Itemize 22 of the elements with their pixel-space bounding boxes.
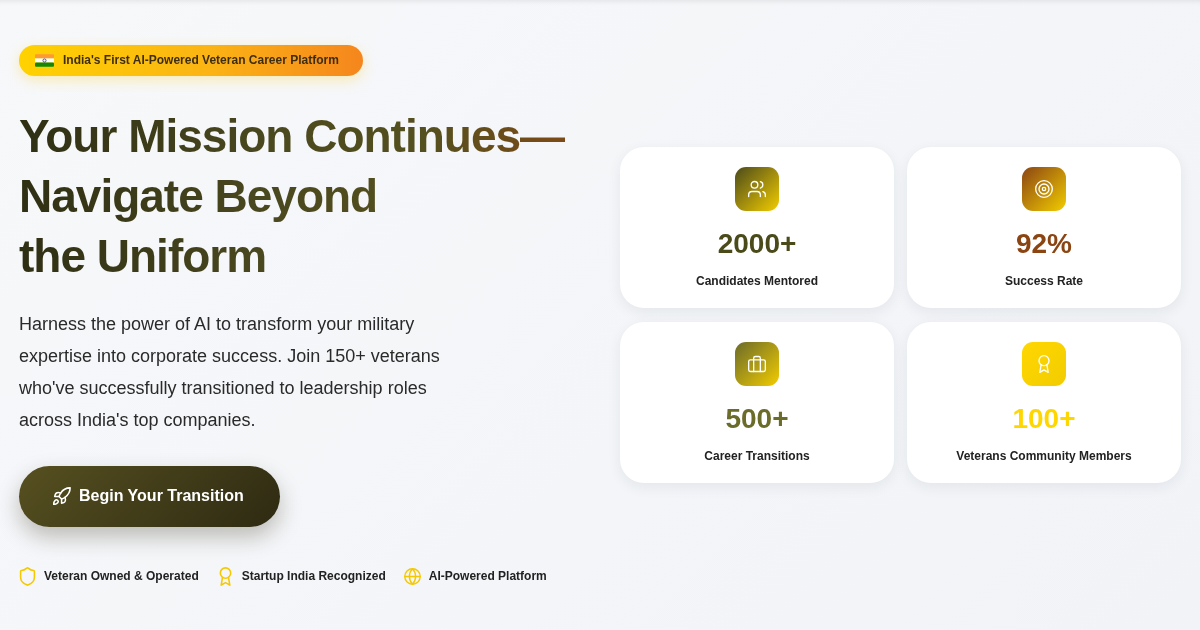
stat-value: 100+	[1012, 402, 1076, 436]
trust-label: Startup India Recognized	[241, 569, 386, 583]
globe-icon	[403, 566, 421, 586]
trust-label: AI-Powered Platform	[428, 569, 547, 583]
stat-label: Success Rate	[1004, 274, 1083, 288]
trust-label: Veteran Owned & Operated	[44, 569, 199, 583]
target-icon	[1022, 167, 1066, 211]
stat-label: Career Transitions	[704, 449, 810, 463]
stat-label: Candidates Mentored	[696, 274, 818, 288]
briefcase-icon	[735, 342, 779, 386]
description-text: Harness the power of AI to transform your military expertise into corporate success. Join 150+ veterans who've successfully transitioned to leadership roles across India's top companies.	[19, 312, 441, 432]
stat-value: 92%	[1015, 227, 1072, 261]
award-icon	[1022, 342, 1066, 386]
stat-label: Veterans Community Members	[956, 449, 1132, 463]
shield-icon	[19, 566, 36, 586]
stat-value: 500+	[725, 402, 789, 436]
people-icon	[735, 167, 779, 211]
flag-icon	[35, 53, 54, 67]
rocket-icon	[53, 487, 71, 505]
stat-value: 2000+	[717, 227, 797, 261]
badge-text: India's First AI-Powered Veteran Career Platform	[63, 53, 339, 67]
begin-transition-button[interactable]: Begin Your Transition	[19, 465, 280, 527]
